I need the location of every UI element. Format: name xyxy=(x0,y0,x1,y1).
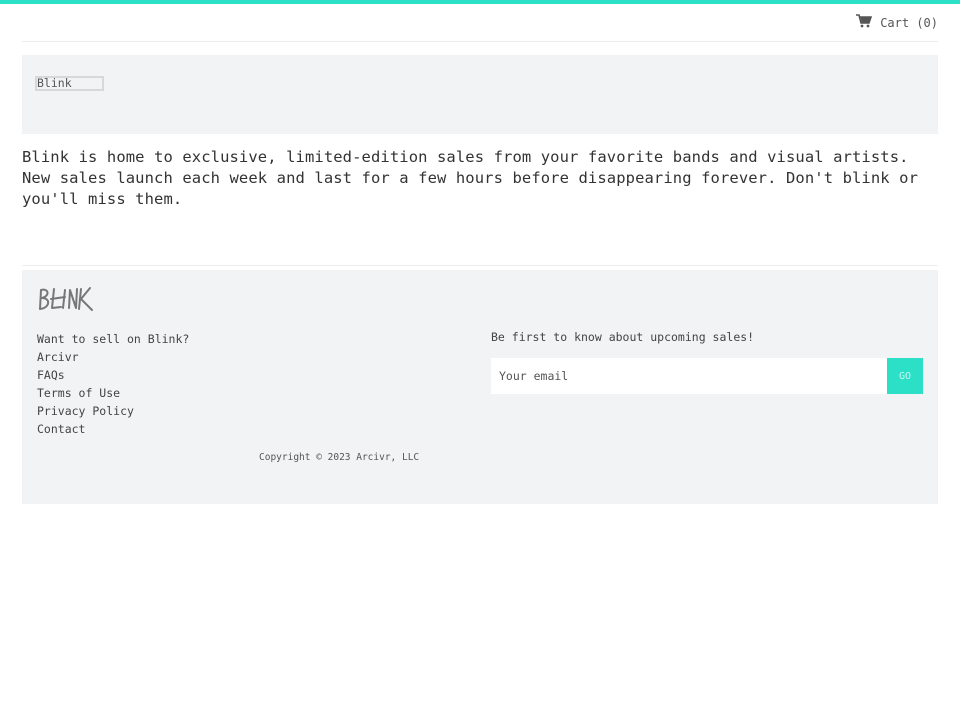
footer-link-terms[interactable]: Terms of Use xyxy=(37,384,189,402)
footer-links: Want to sell on Blink? Arcivr FAQs Terms… xyxy=(37,330,189,438)
hero-image-placeholder: Blink xyxy=(35,76,104,91)
email-input[interactable] xyxy=(491,358,887,394)
site-footer: Want to sell on Blink? Arcivr FAQs Terms… xyxy=(22,270,938,504)
newsletter-signup: Be first to know about upcoming sales! G… xyxy=(491,330,923,394)
newsletter-label: Be first to know about upcoming sales! xyxy=(491,330,755,344)
copyright-text: Copyright © 2023 Arcivr, LLC xyxy=(259,452,420,463)
footer-link-contact[interactable]: Contact xyxy=(37,420,189,438)
cart-icon xyxy=(856,14,873,31)
blink-logo[interactable] xyxy=(37,284,95,314)
cart-link[interactable]: Cart (0) xyxy=(856,14,938,31)
site-description: Blink is home to exclusive, limited-edit… xyxy=(22,148,919,208)
hero-banner: Blink xyxy=(22,55,938,134)
divider xyxy=(22,265,938,266)
footer-link-privacy[interactable]: Privacy Policy xyxy=(37,402,189,420)
subscribe-go-button[interactable]: GO xyxy=(887,358,923,394)
cart-label: Cart (0) xyxy=(880,15,938,30)
site-header: Cart (0) xyxy=(22,4,938,42)
footer-link-sell[interactable]: Want to sell on Blink? xyxy=(37,330,189,348)
footer-link-arcivr[interactable]: Arcivr xyxy=(37,348,189,366)
footer-link-faqs[interactable]: FAQs xyxy=(37,366,189,384)
newsletter-form: GO xyxy=(491,358,923,394)
